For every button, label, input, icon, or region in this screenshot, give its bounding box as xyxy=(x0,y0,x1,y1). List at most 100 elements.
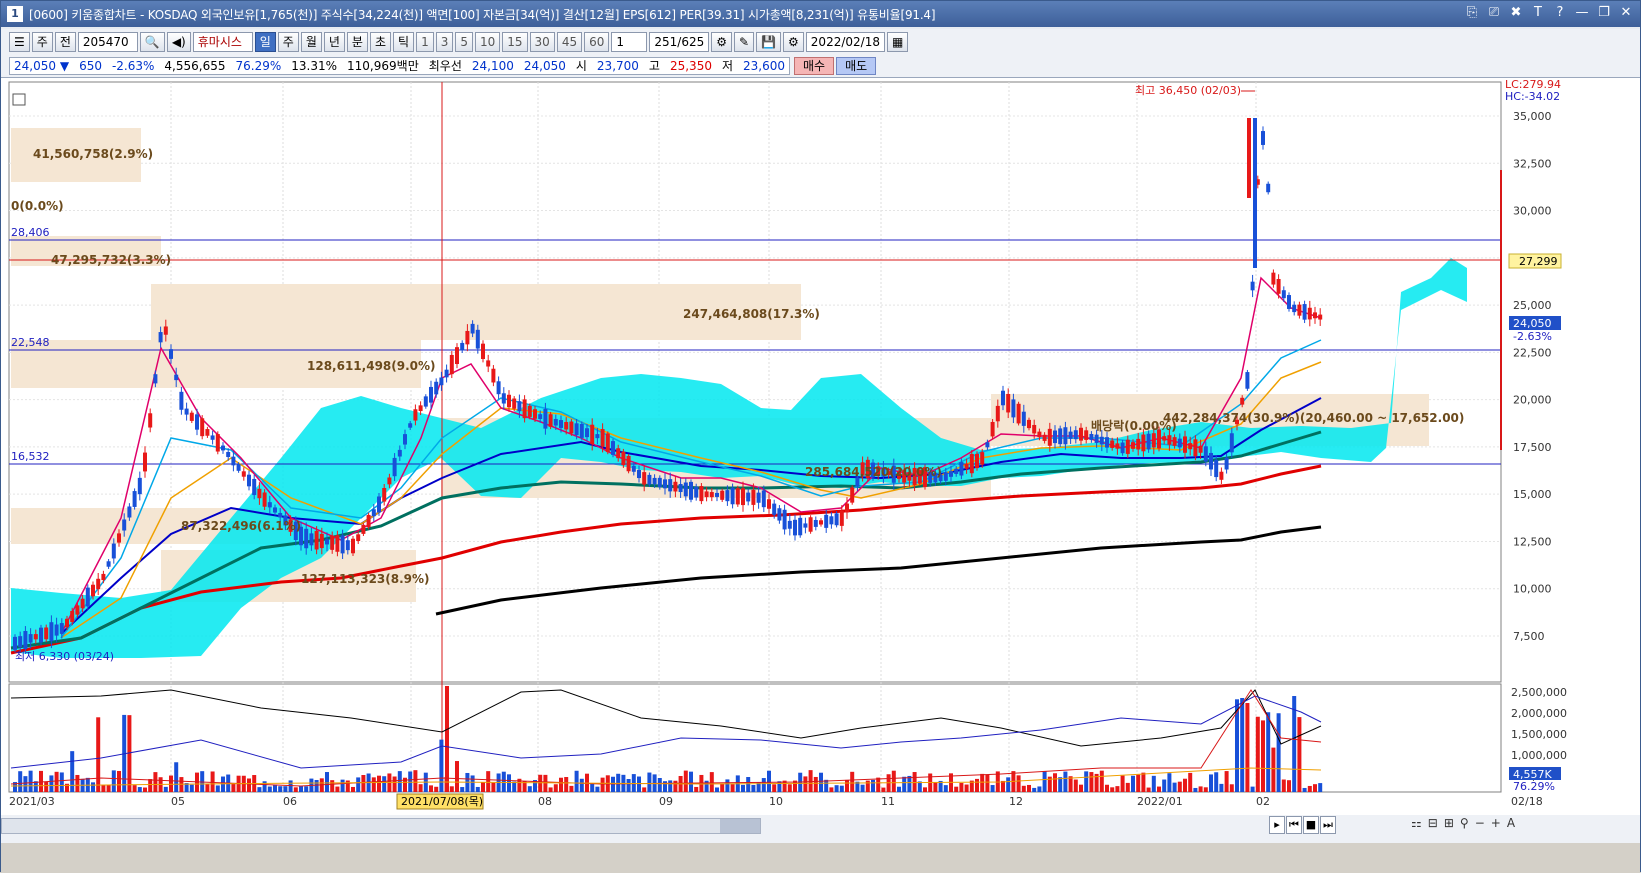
stop-icon[interactable]: ■ xyxy=(1303,816,1319,834)
volume-bar xyxy=(96,717,101,792)
save-icon[interactable]: 💾 xyxy=(756,32,782,52)
tab-year[interactable]: 년 xyxy=(323,32,345,52)
unit-30[interactable]: 30 xyxy=(529,32,555,52)
screen-icon[interactable]: ⎚ xyxy=(1486,5,1502,20)
first-icon[interactable]: ⏮ xyxy=(1286,816,1302,834)
candle-body xyxy=(1053,430,1057,444)
unit-3[interactable]: 3 xyxy=(435,32,454,52)
candle-body xyxy=(423,396,428,407)
speaker-icon[interactable]: ◀) xyxy=(166,32,191,52)
volume-bar xyxy=(475,786,480,792)
settings-icon[interactable]: ⚙ xyxy=(783,32,804,52)
layout-icon[interactable]: ⚏ xyxy=(1411,816,1422,830)
zoom-out-icon[interactable]: − xyxy=(1475,816,1485,830)
candle-body xyxy=(127,506,132,518)
period-select[interactable]: 주 xyxy=(31,32,53,52)
volume-bar xyxy=(1209,774,1213,792)
candle-body xyxy=(475,329,480,349)
play-icon[interactable]: ▸ xyxy=(1269,816,1285,834)
volume-bar xyxy=(590,783,595,792)
volume-bar xyxy=(361,775,366,792)
y-tick-label: 35,000 xyxy=(1513,110,1552,123)
tab-month[interactable]: 월 xyxy=(300,32,322,52)
restore-icon[interactable]: ❐ xyxy=(1596,5,1612,20)
volume-bar xyxy=(174,762,179,792)
candle-body xyxy=(1271,272,1276,285)
volume-bar xyxy=(215,785,220,792)
menu-icon[interactable]: ☰ xyxy=(9,32,30,52)
pin-icon[interactable]: ✖ xyxy=(1508,5,1524,20)
calendar-icon[interactable]: ▦ xyxy=(886,32,909,52)
link-icon[interactable]: ⎘ xyxy=(1464,5,1480,20)
candle-body xyxy=(668,479,673,492)
expand-icon[interactable]: ⊞ xyxy=(1444,816,1454,830)
volume-bar xyxy=(1001,780,1005,792)
candle-body xyxy=(808,517,813,532)
volume-bar xyxy=(189,784,194,792)
prev-button[interactable]: 전 xyxy=(54,32,76,52)
tab-minute[interactable]: 분 xyxy=(346,32,368,52)
candle-body xyxy=(741,488,745,506)
sub-pct-tag: 76.29% xyxy=(1513,780,1555,793)
close-icon[interactable]: ✕ xyxy=(1618,5,1634,20)
y-tick-label: 7,500 xyxy=(1513,630,1545,643)
count-input[interactable]: 1 xyxy=(611,32,648,52)
candle-body xyxy=(387,477,392,485)
code-input[interactable]: 205470 xyxy=(77,32,138,52)
stock-name[interactable]: 휴마시스 xyxy=(192,32,253,52)
tab-tick[interactable]: 틱 xyxy=(393,32,415,52)
volume-bar xyxy=(1307,785,1312,792)
last-icon[interactable]: ⏭ xyxy=(1320,816,1336,834)
zoom-icon[interactable]: ⚲ xyxy=(1460,816,1469,830)
unit-10[interactable]: 10 xyxy=(474,32,501,52)
candle-body xyxy=(101,573,106,581)
volume-bar xyxy=(819,772,823,792)
sell-button[interactable]: 매도 xyxy=(836,57,877,75)
unit-1[interactable]: 1 xyxy=(416,32,434,52)
candle-body xyxy=(444,369,449,378)
candle-body xyxy=(309,533,314,546)
volume-bar xyxy=(694,786,699,792)
zoom-in-icon[interactable]: + xyxy=(1491,816,1501,830)
collapse-icon[interactable]: ⊟ xyxy=(1428,816,1438,830)
help-icon[interactable]: ? xyxy=(1552,5,1568,20)
candle-body xyxy=(647,474,652,485)
volume-bar xyxy=(689,771,693,792)
page-count[interactable]: 251/625 xyxy=(649,32,710,52)
volume-bar xyxy=(470,775,475,792)
unit-5[interactable]: 5 xyxy=(455,32,473,52)
buy-button[interactable]: 매수 xyxy=(794,57,835,75)
scroll-thumb[interactable] xyxy=(720,819,760,833)
minimize-icon[interactable]: — xyxy=(1574,5,1590,20)
candle-body xyxy=(1307,307,1312,320)
candle-body xyxy=(1047,428,1052,446)
draw-icon[interactable]: ✎ xyxy=(734,32,755,52)
volume-bar xyxy=(299,786,303,792)
candle-body xyxy=(522,399,527,419)
volume-bar xyxy=(1032,787,1037,792)
candle-body xyxy=(709,492,714,498)
volume-bar xyxy=(663,781,667,792)
unit-15[interactable]: 15 xyxy=(502,32,528,52)
y-tick-label: 15,000 xyxy=(1513,488,1552,501)
tab-week[interactable]: 주 xyxy=(277,32,299,52)
volume-bar xyxy=(1006,777,1011,792)
tab-second[interactable]: 초 xyxy=(369,32,392,52)
volume-bar xyxy=(1229,784,1234,792)
x-tick-label: 08 xyxy=(538,795,552,808)
volume-bar xyxy=(325,772,329,792)
candle-body xyxy=(377,496,381,513)
chart-area[interactable]: 35,00032,50030,00027,50025,00022,50020,0… xyxy=(1,77,1640,815)
unit-45[interactable]: 45 xyxy=(556,32,583,52)
font-icon[interactable]: T xyxy=(1530,5,1546,20)
tab-day[interactable]: 일 xyxy=(254,32,276,52)
indicator-icon[interactable]: ⚙ xyxy=(711,32,733,52)
horizontal-scrollbar[interactable] xyxy=(1,818,761,834)
search-icon[interactable]: 🔍 xyxy=(139,32,165,52)
auto-icon[interactable]: A xyxy=(1507,816,1515,830)
candle-chart[interactable]: 35,00032,50030,00027,50025,00022,50020,0… xyxy=(1,78,1640,816)
volume-bar xyxy=(418,784,423,792)
unit-60[interactable]: 60 xyxy=(584,32,610,52)
volume-bar xyxy=(704,780,709,792)
date-input[interactable]: 2022/02/18 xyxy=(805,32,885,52)
